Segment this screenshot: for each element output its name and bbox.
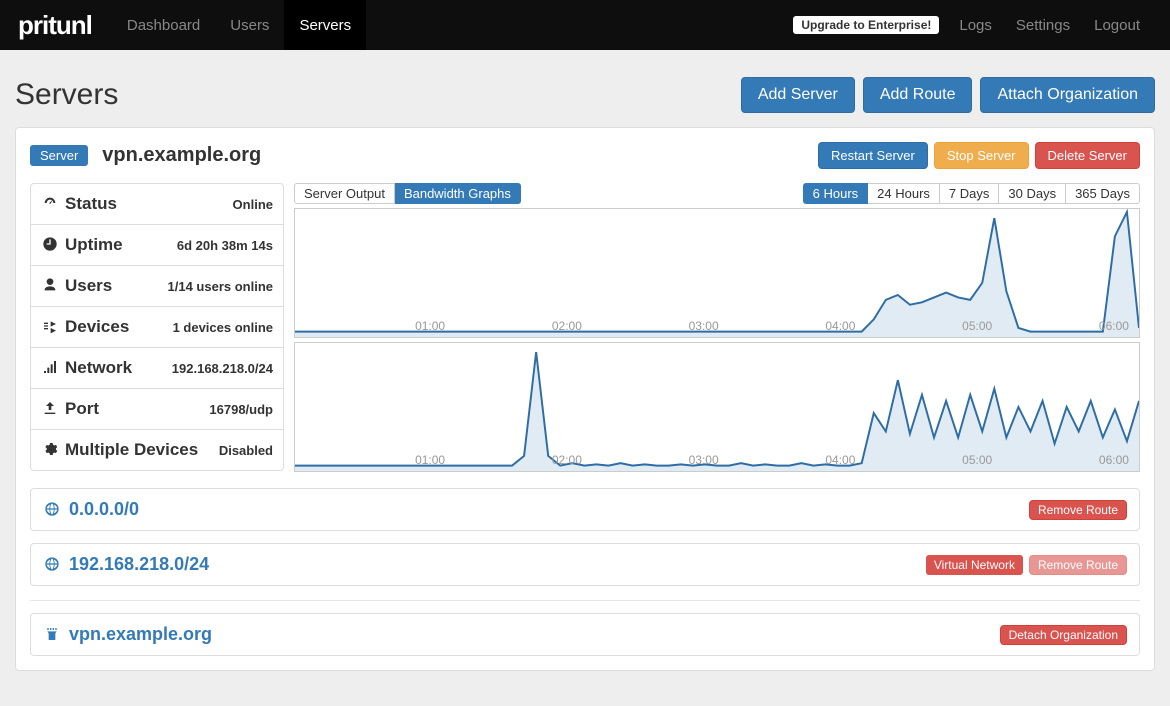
- gauge-icon: [41, 194, 59, 214]
- route-link[interactable]: 192.168.218.0/24: [43, 554, 209, 575]
- bandwidth-chart-top: . 01:00 02:00 03:00 04:00 05:00 06:00: [294, 208, 1140, 338]
- nav-settings[interactable]: Settings: [1004, 0, 1082, 50]
- delete-server-button[interactable]: Delete Server: [1035, 142, 1140, 169]
- devices-icon: [41, 317, 59, 337]
- globe-icon: [43, 554, 61, 575]
- nav-left: Dashboard Users Servers: [112, 0, 366, 50]
- range-24h[interactable]: 24 Hours: [868, 183, 940, 204]
- attach-organization-button[interactable]: Attach Organization: [980, 77, 1155, 113]
- globe-icon: [43, 499, 61, 520]
- info-users-value: 1/14 users online: [168, 279, 274, 294]
- upgrade-badge[interactable]: Upgrade to Enterprise!: [793, 16, 939, 34]
- tower-icon: [43, 624, 61, 645]
- remove-route-button: Remove Route: [1029, 555, 1127, 575]
- route-label: 192.168.218.0/24: [69, 554, 209, 575]
- info-network: Network 192.168.218.0/24: [31, 348, 283, 389]
- info-port: Port 16798/udp: [31, 389, 283, 430]
- server-badge: Server: [30, 145, 88, 166]
- server-bar: Server vpn.example.org Restart Server St…: [30, 142, 1140, 169]
- route-label: 0.0.0.0/0: [69, 499, 139, 520]
- info-multidev: Multiple Devices Disabled: [31, 430, 283, 470]
- clock-icon: [41, 235, 59, 255]
- graph-column: Server Output Bandwidth Graphs 6 Hours 2…: [294, 183, 1140, 476]
- info-devices: Devices 1 devices online: [31, 307, 283, 348]
- nav-logout[interactable]: Logout: [1082, 0, 1152, 50]
- org-row: vpn.example.org Detach Organization: [30, 613, 1140, 656]
- info-network-label: Network: [65, 358, 132, 378]
- info-port-value: 16798/udp: [209, 402, 273, 417]
- nav-servers[interactable]: Servers: [284, 0, 366, 50]
- info-uptime: Uptime 6d 20h 38m 14s: [31, 225, 283, 266]
- info-status-value: Online: [233, 197, 273, 212]
- nav-dashboard[interactable]: Dashboard: [112, 0, 215, 50]
- route-row: 0.0.0.0/0 Remove Route: [30, 488, 1140, 531]
- range-30d[interactable]: 30 Days: [999, 183, 1066, 204]
- virtual-network-badge: Virtual Network: [926, 555, 1023, 575]
- add-server-button[interactable]: Add Server: [741, 77, 855, 113]
- graph-tabs: Server Output Bandwidth Graphs 6 Hours 2…: [294, 183, 1140, 204]
- restart-server-button[interactable]: Restart Server: [818, 142, 928, 169]
- detach-organization-button[interactable]: Detach Organization: [1000, 625, 1127, 645]
- bandwidth-chart-bottom: . 01:00 02:00 03:00 04:00 05:00 06:00: [294, 342, 1140, 472]
- server-info-list: Status Online Uptime 6d 20h 38m 14s User…: [30, 183, 284, 471]
- info-network-value: 192.168.218.0/24: [172, 361, 273, 376]
- stop-server-button[interactable]: Stop Server: [934, 142, 1029, 169]
- info-status: Status Online: [31, 184, 283, 225]
- tab-bandwidth-graphs[interactable]: Bandwidth Graphs: [395, 183, 521, 204]
- page-header: Servers Add Server Add Route Attach Orga…: [15, 77, 1155, 113]
- divider: [30, 600, 1140, 601]
- gear-icon: [41, 440, 59, 460]
- nav-users[interactable]: Users: [215, 0, 284, 50]
- range-365d[interactable]: 365 Days: [1066, 183, 1140, 204]
- add-route-button[interactable]: Add Route: [863, 77, 973, 113]
- info-multidev-label: Multiple Devices: [65, 440, 198, 460]
- signal-icon: [41, 358, 59, 378]
- info-port-label: Port: [65, 399, 99, 419]
- server-panel: Server vpn.example.org Restart Server St…: [15, 127, 1155, 671]
- brand-logo: pritunl: [18, 10, 92, 41]
- range-6h[interactable]: 6 Hours: [803, 183, 869, 204]
- nav-right: Upgrade to Enterprise! Logs Settings Log…: [793, 0, 1152, 50]
- info-status-label: Status: [65, 194, 117, 214]
- info-multidev-value: Disabled: [219, 443, 273, 458]
- page-title: Servers: [15, 78, 118, 112]
- user-icon: [41, 276, 59, 296]
- remove-route-button[interactable]: Remove Route: [1029, 500, 1127, 520]
- tab-server-output[interactable]: Server Output: [294, 183, 395, 204]
- route-row: 192.168.218.0/24 Virtual Network Remove …: [30, 543, 1140, 586]
- server-name: vpn.example.org: [102, 144, 261, 167]
- route-link[interactable]: 0.0.0.0/0: [43, 499, 139, 520]
- upload-icon: [41, 399, 59, 419]
- org-link[interactable]: vpn.example.org: [43, 624, 212, 645]
- info-users-label: Users: [65, 276, 112, 296]
- info-users: Users 1/14 users online: [31, 266, 283, 307]
- nav-logs[interactable]: Logs: [947, 0, 1004, 50]
- navbar: pritunl Dashboard Users Servers Upgrade …: [0, 0, 1170, 50]
- info-devices-label: Devices: [65, 317, 129, 337]
- org-name: vpn.example.org: [69, 624, 212, 645]
- info-devices-value: 1 devices online: [173, 320, 273, 335]
- range-7d[interactable]: 7 Days: [940, 183, 999, 204]
- info-uptime-label: Uptime: [65, 235, 123, 255]
- info-uptime-value: 6d 20h 38m 14s: [177, 238, 273, 253]
